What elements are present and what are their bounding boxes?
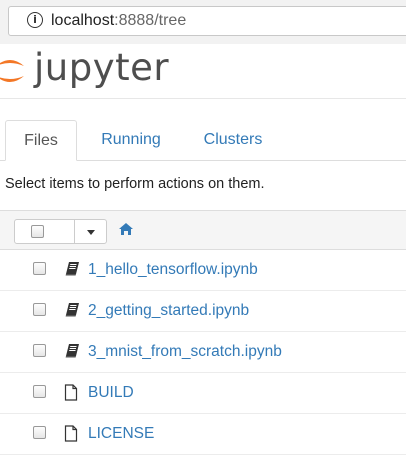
file-icon xyxy=(64,425,78,442)
select-all-checkbox[interactable] xyxy=(31,225,44,238)
row-checkbox[interactable] xyxy=(33,426,46,439)
file-link[interactable]: 1_hello_tensorflow.ipynb xyxy=(88,261,258,279)
notebook-icon xyxy=(65,344,79,358)
file-link[interactable]: BUILD xyxy=(88,384,134,402)
tab-clusters[interactable]: Clusters xyxy=(191,120,275,160)
url-port-path: :8888/tree xyxy=(114,12,187,29)
row-checkbox[interactable] xyxy=(33,262,46,275)
file-link[interactable]: 3_mnist_from_scratch.ipynb xyxy=(88,343,282,361)
file-icon xyxy=(64,384,78,401)
list-item[interactable]: BUILD xyxy=(0,373,406,414)
list-item[interactable]: 1_hello_tensorflow.ipynb xyxy=(0,250,406,291)
select-all-dropdown[interactable] xyxy=(14,219,107,244)
home-icon[interactable] xyxy=(118,222,134,236)
browser-toolbar: i localhost:8888/tree xyxy=(0,0,406,44)
jupyter-logo-text[interactable]: jupyter xyxy=(34,46,169,89)
chevron-down-icon[interactable] xyxy=(87,230,95,235)
tab-running[interactable]: Running xyxy=(90,120,172,160)
url-text[interactable]: localhost:8888/tree xyxy=(51,12,186,30)
tab-bar: Files Running Clusters xyxy=(0,120,406,161)
list-item[interactable]: 2_getting_started.ipynb xyxy=(0,291,406,332)
file-link[interactable]: 2_getting_started.ipynb xyxy=(88,302,249,320)
tab-files[interactable]: Files xyxy=(5,120,77,161)
jupyter-logo-icon[interactable] xyxy=(0,54,28,88)
selection-hint: Select items to perform actions on them. xyxy=(5,176,265,192)
info-icon[interactable]: i xyxy=(27,12,43,28)
address-bar[interactable]: i localhost:8888/tree xyxy=(8,6,406,36)
file-link[interactable]: LICENSE xyxy=(88,425,154,443)
row-checkbox[interactable] xyxy=(33,303,46,316)
row-checkbox[interactable] xyxy=(33,385,46,398)
list-item[interactable]: LICENSE xyxy=(0,414,406,455)
button-divider xyxy=(74,220,75,243)
notebook-icon xyxy=(65,303,79,317)
list-item[interactable]: 3_mnist_from_scratch.ipynb xyxy=(0,332,406,373)
jupyter-header: jupyter xyxy=(0,44,406,99)
url-host: localhost xyxy=(51,12,115,29)
notebook-icon xyxy=(65,262,79,276)
file-list-header xyxy=(0,210,406,250)
row-checkbox[interactable] xyxy=(33,344,46,357)
